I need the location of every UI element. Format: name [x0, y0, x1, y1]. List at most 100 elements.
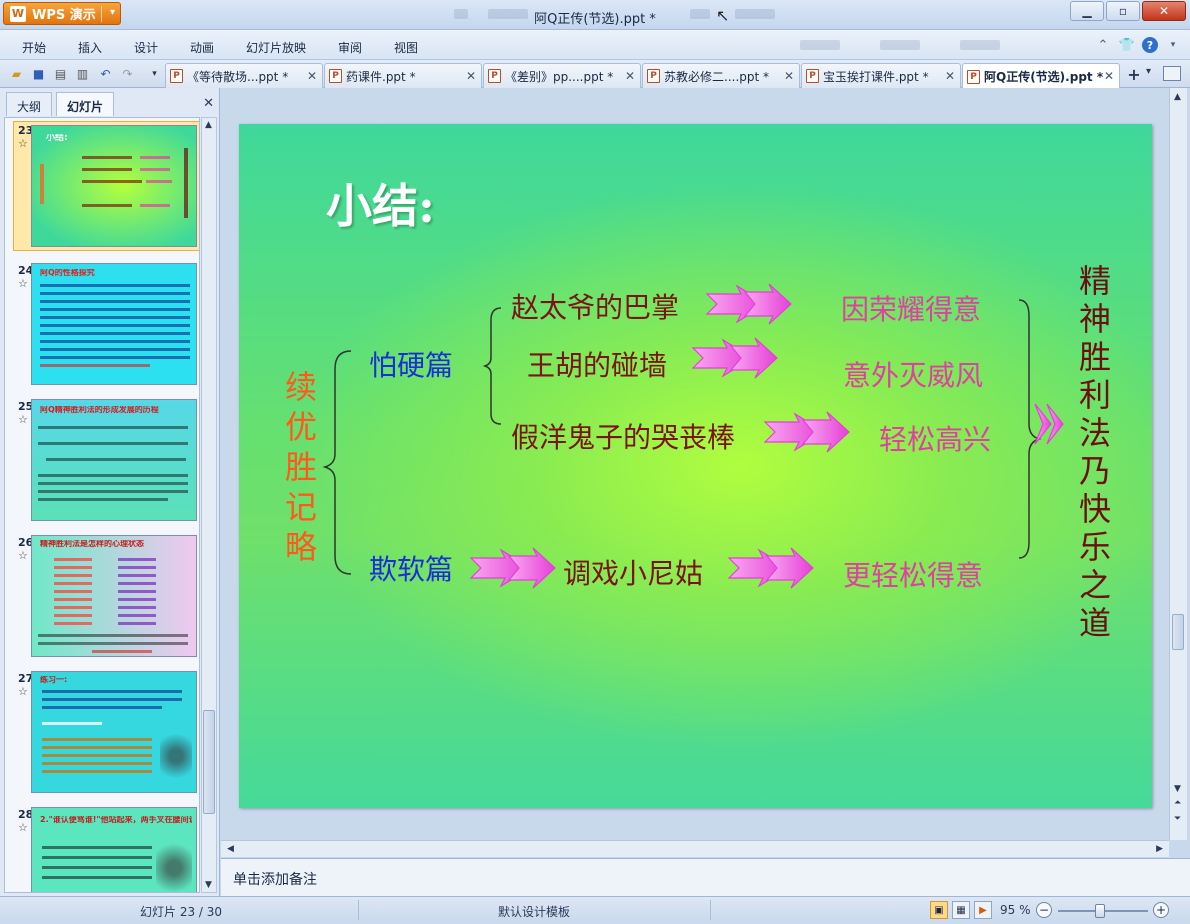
thumb-line [140, 168, 170, 171]
tab-document-1[interactable]: P 《等待散场...ppt * ✕ [165, 63, 323, 88]
window-layout-icon[interactable] [1163, 66, 1181, 81]
zoom-out-icon[interactable]: − [1036, 902, 1052, 918]
thumb-line [82, 156, 132, 159]
open-folder-icon[interactable]: ▰ [8, 65, 25, 82]
slide-editor: 小结: 续优胜记略 怕硬篇 欺软篇 赵太爷的巴掌 王胡的碰墙 假洋鬼子的哭丧棒 … [221, 88, 1190, 858]
slide-thumbnail-23[interactable]: 小结: [31, 125, 197, 247]
effect-1[interactable]: 因荣耀得意 [841, 288, 981, 328]
tab-close-icon[interactable]: ✕ [307, 69, 317, 83]
menu-slideshow[interactable]: 幻灯片放映 [246, 39, 306, 56]
thumbnail-scrollbar[interactable]: ▲ ▼ [201, 117, 217, 893]
thumb-line [38, 642, 188, 645]
scroll-thumb[interactable] [203, 710, 215, 814]
collapse-ribbon-icon[interactable]: ⌃ [1094, 36, 1112, 54]
scroll-left-icon[interactable]: ◀ [227, 844, 234, 854]
help-icon[interactable]: ? [1142, 37, 1158, 53]
branch-label-top[interactable]: 怕硬篇 [369, 344, 453, 384]
scroll-up-icon[interactable]: ▲ [205, 120, 212, 130]
menu-view[interactable]: 视图 [394, 39, 418, 56]
normal-view-icon[interactable]: ▣ [930, 901, 948, 919]
previous-slide-icon[interactable]: ⏶ [1174, 798, 1181, 808]
slide-thumbnail-28[interactable]: 2."谁认便骂谁!"他站起来，两手叉在腰间说。 [31, 807, 197, 892]
tab-close-icon[interactable]: ✕ [466, 69, 476, 83]
menu-insert[interactable]: 插入 [78, 39, 102, 56]
zoom-slider-knob[interactable] [1095, 904, 1105, 918]
cause-2[interactable]: 王胡的碰墙 [527, 344, 667, 384]
zoom-in-icon[interactable]: + [1153, 902, 1169, 918]
thumb-illustration [156, 838, 192, 892]
branch-label-bottom[interactable]: 欺软篇 [369, 548, 453, 588]
scroll-thumb[interactable] [1172, 614, 1184, 650]
ghost-text [800, 40, 840, 50]
next-slide-icon[interactable]: ⏷ [1174, 814, 1181, 824]
close-panel-icon[interactable]: ✕ [203, 96, 214, 111]
thumb-illustration [160, 728, 192, 784]
redo-icon[interactable]: ↷ [119, 65, 136, 82]
arrow-icon-1 [705, 283, 792, 325]
thumb-line [40, 300, 190, 303]
save-icon[interactable]: ■ [30, 65, 47, 82]
menu-design[interactable]: 设计 [134, 39, 158, 56]
thumb-line [38, 426, 188, 429]
arrow-icon-4 [469, 547, 556, 589]
print-icon[interactable]: ▤ [52, 65, 69, 82]
menu-review[interactable]: 审阅 [338, 39, 362, 56]
tab-document-2[interactable]: P 药课件.ppt * ✕ [324, 63, 482, 88]
arrow-icon-3 [763, 411, 850, 453]
print-preview-icon[interactable]: ▥ [74, 65, 91, 82]
menu-animation[interactable]: 动画 [190, 39, 214, 56]
tab-list-dropdown-icon[interactable]: ▾ [1146, 66, 1151, 77]
slide-thumbnail-25[interactable]: 阿Q精神胜利法的形成发展的历程 [31, 399, 197, 521]
notes-pane[interactable]: 单击添加备注 [221, 858, 1190, 896]
caret-down-icon[interactable]: ▾ [1164, 36, 1182, 54]
menu-home[interactable]: 开始 [22, 39, 46, 56]
slide-sorter-icon[interactable]: ▦ [952, 901, 970, 919]
close-button[interactable]: ✕ [1142, 1, 1186, 21]
tab-close-icon[interactable]: ✕ [784, 69, 794, 83]
effect-4[interactable]: 更轻松得意 [843, 554, 983, 594]
scroll-down-icon[interactable]: ▼ [205, 880, 212, 890]
tab-outline[interactable]: 大纲 [6, 92, 53, 116]
slideshow-icon[interactable]: ▶ [974, 901, 992, 919]
diagram-brackets-arrows [322, 283, 1064, 589]
maximize-button[interactable]: ▫ [1106, 1, 1140, 21]
effect-3[interactable]: 轻松高兴 [879, 418, 991, 458]
thumb-line [40, 340, 190, 343]
tab-close-icon[interactable]: ✕ [625, 69, 635, 83]
slide-vertical-scrollbar[interactable]: ▲ ▼ ⏶ ⏷ [1169, 88, 1187, 840]
slide-horizontal-scrollbar[interactable]: ◀ ▶ [221, 840, 1169, 857]
tab-document-3[interactable]: P 《差别》pp....ppt * ✕ [483, 63, 641, 88]
tab-document-5[interactable]: P 宝玉挨打课件.ppt * ✕ [801, 63, 961, 88]
arrow-icon-5 [727, 547, 814, 589]
cause-1[interactable]: 赵太爷的巴掌 [511, 286, 679, 326]
minimize-button[interactable]: ▁ [1070, 1, 1104, 21]
undo-icon[interactable]: ↶ [97, 65, 114, 82]
customize-toolbar-icon[interactable]: ▾ [146, 65, 163, 82]
scroll-right-icon[interactable]: ▶ [1156, 844, 1163, 854]
tab-document-4[interactable]: P 苏教必修二....ppt * ✕ [642, 63, 800, 88]
thumb-line [42, 690, 182, 693]
slide-thumbnail-27[interactable]: 练习一: [31, 671, 197, 793]
current-slide[interactable]: 小结: 续优胜记略 怕硬篇 欺软篇 赵太爷的巴掌 王胡的碰墙 假洋鬼子的哭丧棒 … [239, 124, 1152, 808]
right-vertical-label[interactable]: 精神胜利法乃快乐之道 [1074, 264, 1112, 644]
tab-close-icon[interactable]: ✕ [1104, 69, 1114, 83]
thumb-line [42, 846, 152, 849]
slide-thumbnail-24[interactable]: 阿Q的性格探究 [31, 263, 197, 385]
new-tab-icon[interactable]: + [1124, 65, 1144, 84]
cause-4[interactable]: 调戏小尼姑 [563, 552, 703, 592]
thumb-line [40, 364, 150, 367]
thumb-line [42, 866, 152, 869]
thumb-line [38, 634, 188, 637]
tab-document-active[interactable]: P 阿Q正传(节选).ppt * ✕ [962, 63, 1120, 89]
slides-panel: 大纲 幻灯片 ✕ 23 ☆ 小结: 24 ☆ 阿Q的性格探究 25 ☆ 阿Q精神… [0, 88, 220, 896]
skin-shirt-icon[interactable]: 👕 [1118, 36, 1136, 54]
thumb-line [42, 746, 152, 749]
tab-slides[interactable]: 幻灯片 [56, 92, 115, 116]
scroll-down-icon[interactable]: ▼ [1174, 784, 1181, 794]
tab-close-icon[interactable]: ✕ [945, 69, 955, 83]
star-icon: ☆ [18, 413, 28, 426]
cause-3[interactable]: 假洋鬼子的哭丧棒 [511, 416, 735, 456]
effect-2[interactable]: 意外灭威风 [843, 354, 983, 394]
scroll-up-icon[interactable]: ▲ [1174, 92, 1181, 102]
slide-thumbnail-26[interactable]: 精神胜利法是怎样的心理状态 [31, 535, 197, 657]
